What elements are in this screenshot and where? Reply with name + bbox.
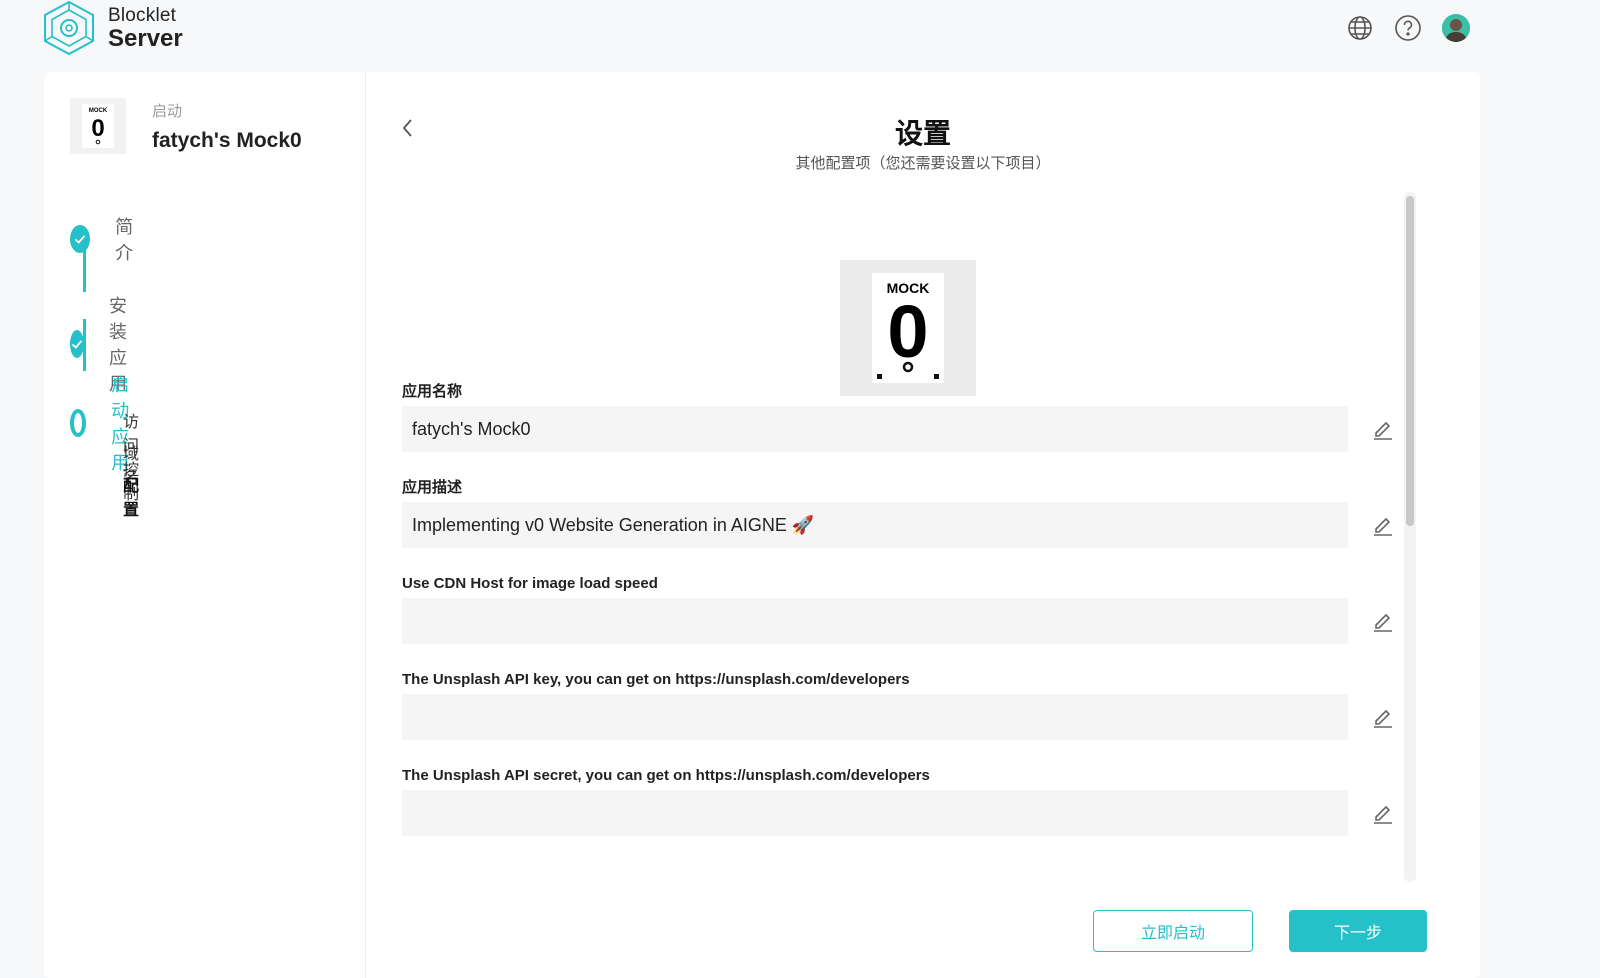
edit-pencil-icon[interactable] bbox=[1370, 416, 1396, 442]
scrollbar-thumb[interactable] bbox=[1406, 196, 1414, 526]
brand-line2: Server bbox=[108, 24, 183, 52]
avatar[interactable] bbox=[1442, 14, 1470, 42]
field-label: Use CDN Host for image load speed bbox=[402, 575, 658, 592]
unsplash-secret-input[interactable] bbox=[402, 790, 1348, 836]
edit-pencil-icon[interactable] bbox=[1370, 608, 1396, 634]
app-logo[interactable]: MOCK 0 bbox=[840, 260, 976, 396]
help-icon[interactable] bbox=[1394, 14, 1422, 42]
next-step-button[interactable]: 下一步 bbox=[1289, 910, 1427, 952]
settings-scroll-area[interactable]: MOCK 0 应用名称 fatych's Mock0 应用描述 Implemen… bbox=[402, 192, 1432, 882]
edit-pencil-icon[interactable] bbox=[1370, 704, 1396, 730]
substep-config[interactable]: 配置 bbox=[123, 472, 139, 520]
field-label: 应用描述 bbox=[402, 479, 463, 496]
blocklet-hex-icon bbox=[44, 0, 94, 56]
check-icon bbox=[70, 330, 84, 358]
field-app-description: 应用描述 Implementing v0 Website Generation … bbox=[402, 478, 1402, 548]
field-unsplash-secret: The Unsplash API secret, you can get on … bbox=[402, 766, 1402, 836]
check-icon bbox=[70, 225, 91, 253]
main-content: 设置 其他配置项（您还需要设置以下项目） MOCK 0 应用名称 fatych'… bbox=[366, 72, 1480, 978]
app-name: fatych's Mock0 bbox=[152, 128, 302, 152]
field-label: 应用名称 bbox=[402, 383, 463, 400]
scrollbar[interactable] bbox=[1404, 192, 1416, 882]
top-bar: Blocklet Server bbox=[0, 0, 1600, 70]
edit-pencil-icon[interactable] bbox=[1370, 800, 1396, 826]
svg-text:MOCK: MOCK bbox=[89, 108, 108, 114]
edit-pencil-icon[interactable] bbox=[1370, 512, 1396, 538]
brand-line1: Blocklet bbox=[108, 4, 177, 26]
field-unsplash-key: The Unsplash API key, you can get on htt… bbox=[402, 670, 1402, 740]
app-name-input[interactable]: fatych's Mock0 bbox=[402, 406, 1348, 452]
app-status: 启动 bbox=[152, 102, 183, 120]
field-cdn-host: Use CDN Host for image load speed bbox=[402, 574, 1402, 644]
svg-text:0: 0 bbox=[91, 115, 104, 142]
app-thumbnail: MOCK 0 bbox=[70, 98, 126, 154]
page-title: 设置 bbox=[894, 118, 951, 149]
step-intro[interactable]: 简介 bbox=[70, 213, 141, 265]
setup-card: MOCK 0 启动 fatych's Mock0 简介 安装应用 启动应用 访问… bbox=[44, 72, 1480, 978]
brand-logo[interactable]: Blocklet Server bbox=[42, 0, 183, 56]
unsplash-key-input[interactable] bbox=[402, 694, 1348, 740]
launch-now-button[interactable]: 立即启动 bbox=[1093, 910, 1253, 952]
field-label: The Unsplash API secret, you can get on … bbox=[402, 767, 930, 784]
sidebar: MOCK 0 启动 fatych's Mock0 简介 安装应用 启动应用 访问… bbox=[44, 72, 366, 978]
globe-icon[interactable] bbox=[1346, 14, 1374, 42]
current-step-icon bbox=[70, 409, 87, 437]
page-subtitle: 其他配置项（您还需要设置以下项目） bbox=[795, 155, 1051, 172]
step-label: 简介 bbox=[115, 217, 134, 263]
field-app-name: 应用名称 fatych's Mock0 bbox=[402, 382, 1402, 452]
svg-text:0: 0 bbox=[887, 290, 928, 373]
cdn-host-input[interactable] bbox=[402, 598, 1348, 644]
app-header: MOCK 0 启动 fatych's Mock0 bbox=[70, 98, 302, 154]
app-description-input[interactable]: Implementing v0 Website Generation in AI… bbox=[402, 502, 1348, 548]
field-label: The Unsplash API key, you can get on htt… bbox=[402, 671, 910, 688]
